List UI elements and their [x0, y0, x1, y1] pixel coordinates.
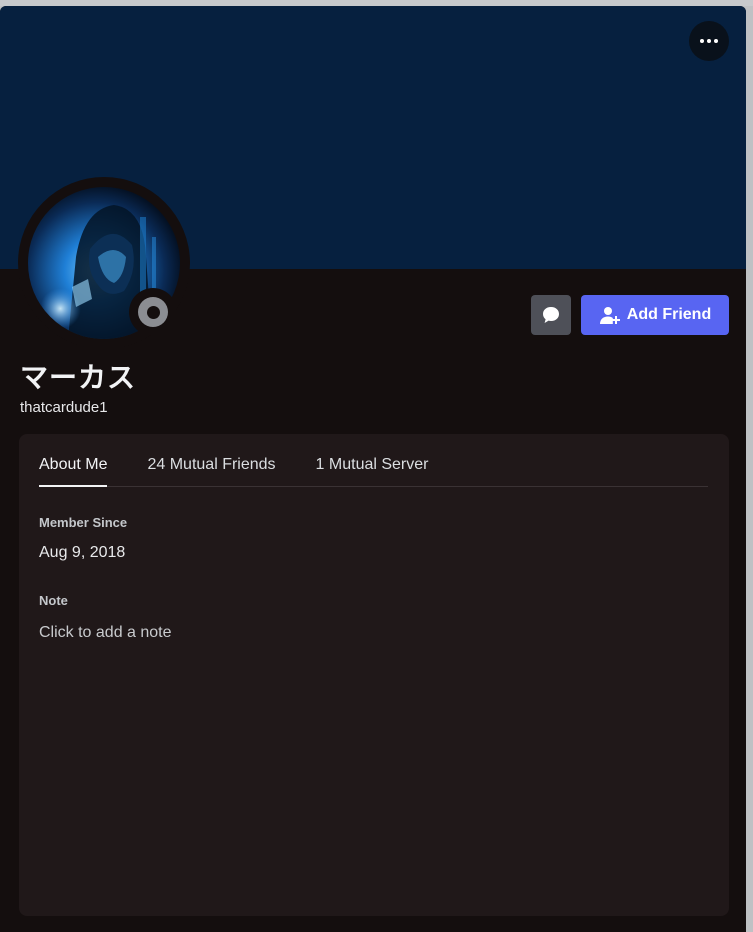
avatar-frame [18, 177, 190, 349]
member-since-value: Aug 9, 2018 [39, 544, 126, 561]
member-since-label: Member Since [39, 515, 128, 530]
more-horizontal-icon [700, 39, 718, 43]
tab-mutual-servers[interactable]: 1 Mutual Server [316, 434, 429, 486]
tab-mutual-friends[interactable]: 24 Mutual Friends [147, 434, 275, 486]
profile-popout: Add Friend マーカス thatcardude1 About Me 24… [0, 6, 746, 932]
message-button[interactable] [531, 295, 571, 335]
add-friend-label: Add Friend [626, 306, 712, 323]
display-name: マーカス [20, 361, 137, 394]
profile-tabs: About Me 24 Mutual Friends 1 Mutual Serv… [39, 434, 708, 487]
note-label: Note [39, 593, 68, 608]
status-dot-hole [146, 305, 160, 319]
offline-status-icon [138, 297, 168, 327]
add-user-icon [599, 307, 620, 324]
username[interactable]: thatcardude1 [20, 399, 108, 416]
chat-bubble-icon [543, 307, 559, 323]
note-input[interactable] [39, 622, 699, 644]
more-options-button[interactable] [689, 21, 729, 61]
status-indicator [129, 288, 177, 336]
tab-about-me[interactable]: About Me [39, 434, 108, 487]
profile-details-panel: About Me 24 Mutual Friends 1 Mutual Serv… [19, 434, 729, 916]
add-friend-button[interactable]: Add Friend [581, 295, 729, 335]
